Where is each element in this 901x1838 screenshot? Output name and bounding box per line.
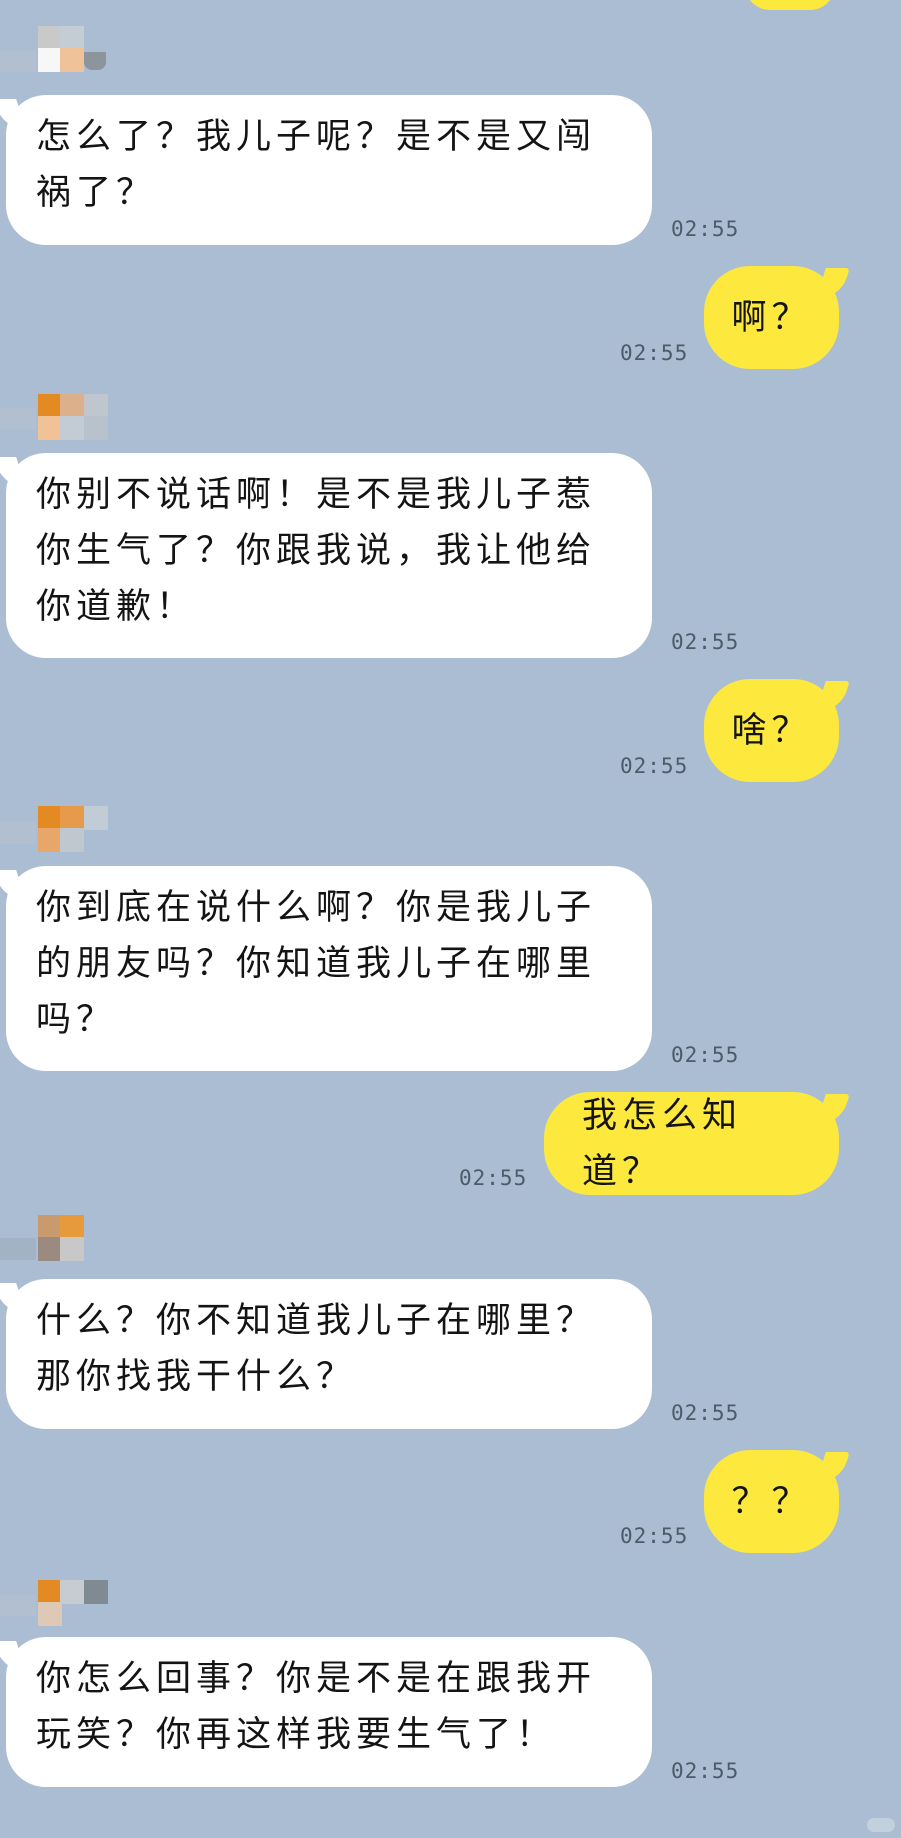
pixelated-avatar-icon[interactable] <box>36 26 108 74</box>
pixelated-avatar-icon[interactable] <box>36 1580 108 1628</box>
message-timestamp: 02:55 <box>671 1401 740 1425</box>
blurred-name <box>0 1594 36 1616</box>
pixelated-avatar-icon[interactable] <box>36 806 108 854</box>
incoming-bubble[interactable]: 你到底在说什么啊？你是我儿子的朋友吗？你知道我儿子在哪里吗？ <box>6 866 652 1071</box>
message-timestamp: 02:55 <box>620 754 689 778</box>
pixelated-avatar-icon[interactable] <box>36 1215 108 1263</box>
outgoing-bubble[interactable]: 啥？ <box>704 679 839 782</box>
blurred-name <box>0 822 36 844</box>
pixelated-avatar-icon[interactable] <box>36 394 108 442</box>
blurred-name <box>0 50 36 72</box>
message-timestamp: 02:55 <box>459 1166 528 1190</box>
blurred-name <box>0 1238 36 1260</box>
incoming-bubble[interactable]: 什么？你不知道我儿子在哪里？那你找我干什么？ <box>6 1279 652 1429</box>
incoming-bubble[interactable]: 你怎么回事？你是不是在跟我开玩笑？你再这样我要生气了！ <box>6 1637 652 1787</box>
incoming-bubble[interactable]: 你别不说话啊！是不是我儿子惹你生气了？你跟我说，我让他给你道歉！ <box>6 453 652 658</box>
incoming-bubble[interactable]: 怎么了？我儿子呢？是不是又闯祸了？ <box>6 95 652 245</box>
message-timestamp: 02:55 <box>620 341 689 365</box>
message-timestamp: 02:55 <box>620 1524 689 1548</box>
outgoing-bubble[interactable]: 啊？ <box>704 266 839 369</box>
message-timestamp: 02:55 <box>671 1043 740 1067</box>
watermark <box>867 1818 895 1832</box>
message-timestamp: 02:55 <box>671 1759 740 1783</box>
partial-outgoing-bubble[interactable] <box>745 0 835 10</box>
outgoing-bubble[interactable]: 我怎么知道？ <box>544 1092 839 1195</box>
outgoing-bubble[interactable]: ？？ <box>704 1450 839 1553</box>
message-timestamp: 02:55 <box>671 630 740 654</box>
blurred-name <box>0 408 36 430</box>
message-timestamp: 02:55 <box>671 217 740 241</box>
